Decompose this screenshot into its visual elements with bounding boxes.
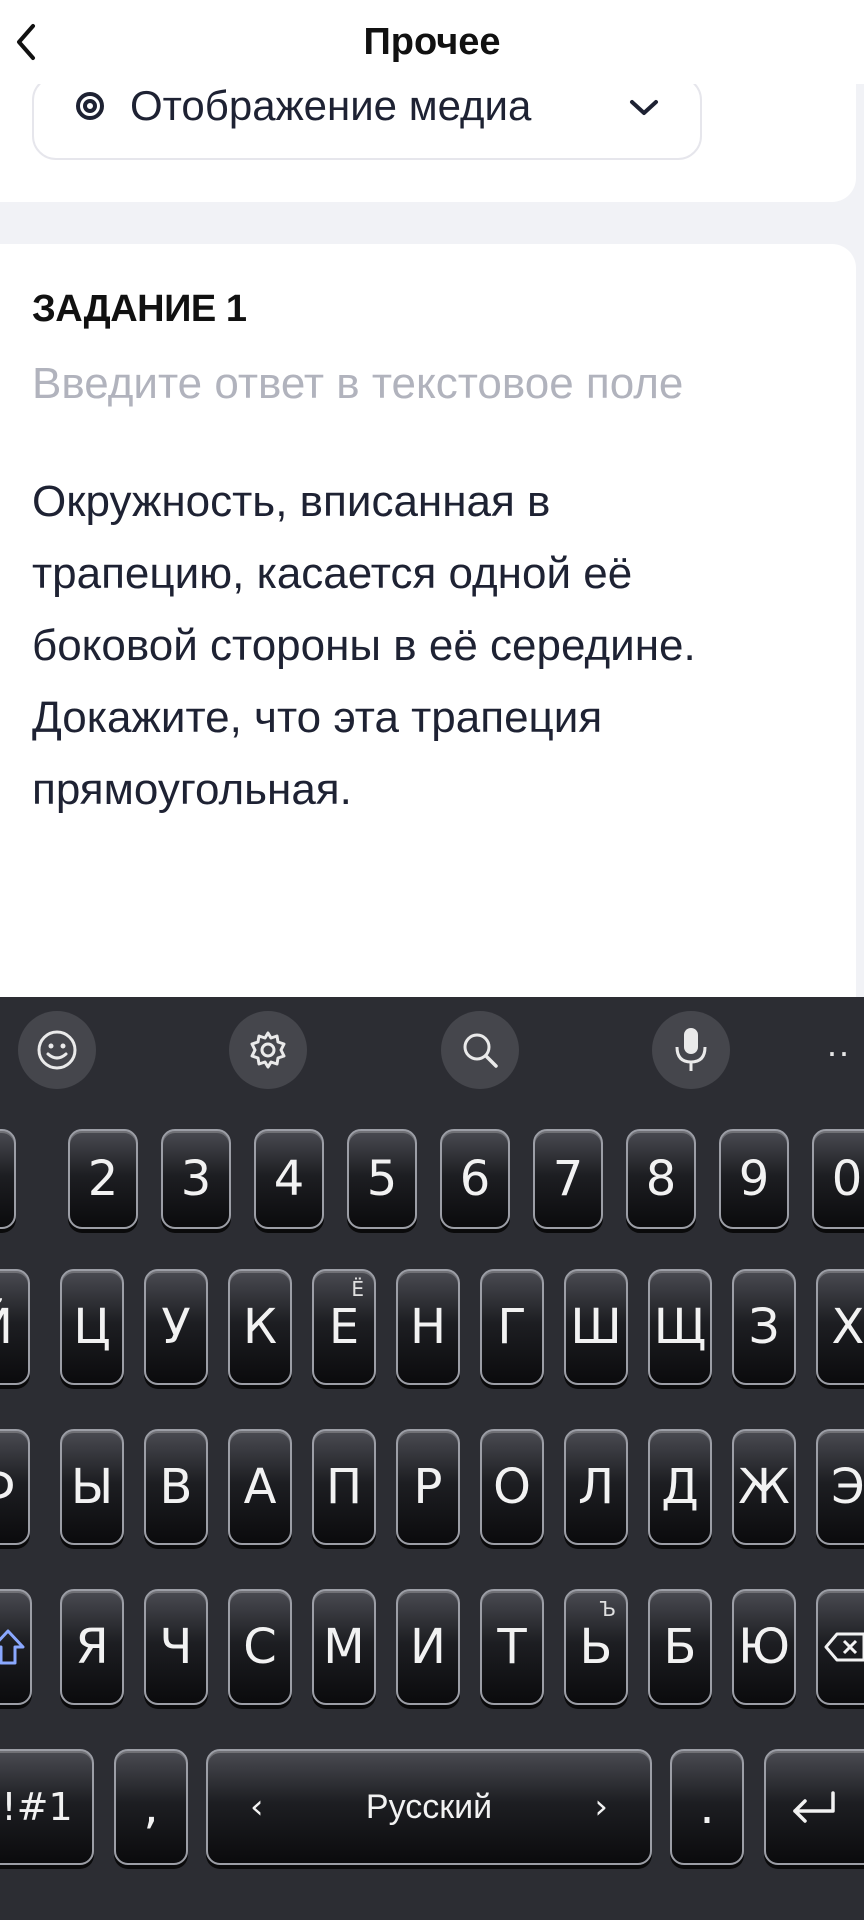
task-text-line: трапецию, касается одной её [32,549,633,598]
enter-key[interactable] [764,1749,864,1865]
language-label: Русский [365,1787,493,1826]
task-text: Окружность, вписанная в трапецию, касает… [32,466,832,826]
task-title: ЗАДАНИЕ 1 [32,288,247,330]
gear-icon [76,92,104,120]
backspace-icon [824,1632,864,1662]
task-text-line: прямоугольная. [32,765,352,814]
key-letter[interactable]: Т [480,1589,544,1705]
key-4[interactable]: 4 [254,1129,324,1229]
shift-icon [0,1629,25,1665]
media-display-select[interactable]: Отображение медиа [32,76,702,160]
key-letter[interactable]: Б [648,1589,712,1705]
key-letter[interactable]: Я [60,1589,124,1705]
search-icon [463,1033,498,1068]
task-card: ЗАДАНИЕ 1 Окружность, вписанная в трапец… [0,244,856,1004]
keyboard-toolbar: ·· [0,997,864,1107]
symbols-key[interactable]: !#1 [0,1749,94,1865]
key-letter[interactable]: Ц [60,1269,124,1385]
key-3[interactable]: 3 [161,1129,231,1229]
task-text-line: Окружность, вписанная в [32,477,551,526]
keyboard: ·· 1 2 3 4 5 6 7 8 9 0 Й Ц У К ЕЁ Н Г Ш … [0,997,864,1920]
key-letter[interactable]: Й [0,1269,30,1385]
key-letter[interactable]: П [312,1429,376,1545]
key-1[interactable]: 1 [0,1129,16,1229]
chevron-left-icon: ‹ [250,1787,264,1827]
key-letter[interactable]: И [396,1589,460,1705]
key-letter[interactable]: Ю [732,1589,796,1705]
key-letter[interactable]: Н [396,1269,460,1385]
shift-key[interactable] [0,1589,32,1705]
gear-icon [250,1031,286,1069]
key-9[interactable]: 9 [719,1129,789,1229]
key-letter[interactable]: Л [564,1429,628,1545]
task-text-line: боковой стороны в её середине. [32,621,696,670]
key-letter[interactable]: М [312,1589,376,1705]
key-letter[interactable]: У [144,1269,208,1385]
task-text-line: Докажите, что эта трапеция [32,693,603,742]
period-key[interactable]: . [670,1749,744,1865]
key-6[interactable]: 6 [440,1129,510,1229]
space-key[interactable]: ‹ Русский › [206,1749,652,1865]
key-letter[interactable]: О [480,1429,544,1545]
comma-key[interactable]: , [114,1749,188,1865]
backspace-key[interactable] [816,1589,864,1705]
key-letter[interactable]: Э [816,1429,864,1545]
key-letter[interactable]: С [228,1589,292,1705]
search-button[interactable] [441,1011,519,1089]
enter-icon [793,1791,835,1823]
key-letter[interactable]: К [228,1269,292,1385]
key-letter[interactable]: Д [648,1429,712,1545]
settings-button[interactable] [229,1011,307,1089]
key-letter[interactable]: Щ [648,1269,712,1385]
top-bar: Прочее [0,0,864,84]
key-letter[interactable]: Ж [732,1429,796,1545]
key-letter[interactable]: ЕЁ [312,1269,376,1385]
key-letter[interactable]: Ф [0,1429,30,1545]
key-letter[interactable]: ЬЪ [564,1589,628,1705]
key-letter[interactable]: Ы [60,1429,124,1545]
key-letter[interactable]: Г [480,1269,544,1385]
key-letter[interactable]: Р [396,1429,460,1545]
emoji-icon [37,1030,77,1070]
key-letter[interactable]: В [144,1429,208,1545]
key-2[interactable]: 2 [68,1129,138,1229]
answer-input[interactable] [32,354,832,414]
voice-input-button[interactable] [652,1011,730,1089]
key-letter[interactable]: Ш [564,1269,628,1385]
key-8[interactable]: 8 [626,1129,696,1229]
key-0[interactable]: 0 [812,1129,864,1229]
chevron-right-icon: › [594,1787,608,1827]
key-letter[interactable]: Х [816,1269,864,1385]
emoji-button[interactable] [18,1011,96,1089]
key-7[interactable]: 7 [533,1129,603,1229]
key-5[interactable]: 5 [347,1129,417,1229]
microphone-icon [675,1028,707,1071]
page-title: Прочее [363,21,501,63]
key-letter[interactable]: Ч [144,1589,208,1705]
key-letter[interactable]: З [732,1269,796,1385]
more-icon[interactable]: ·· [826,1027,864,1077]
media-select-label: Отображение медиа [130,82,532,129]
chevron-down-icon [630,100,658,115]
key-letter[interactable]: А [228,1429,292,1545]
